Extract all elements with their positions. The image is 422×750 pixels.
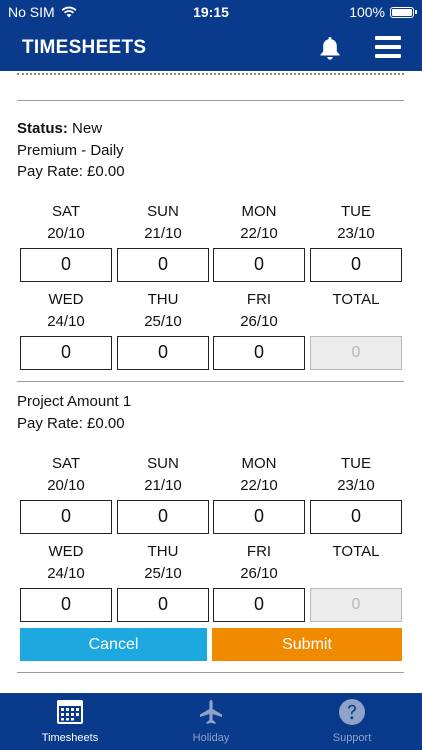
status-value: New (72, 120, 103, 137)
previous-row-cut (17, 71, 404, 75)
divider (17, 381, 404, 382)
page-title: TIMESHEETS (22, 37, 147, 58)
timesheet-content[interactable]: Status: New Premium - Daily Pay Rate: £0… (0, 71, 422, 693)
section1-info: Status: New Premium - Daily Pay Rate: £0… (17, 118, 125, 183)
total-header: TOTAL (332, 543, 380, 560)
hours-input-thu[interactable]: 0 (117, 336, 209, 370)
section2-info: Project Amount 1 Pay Rate: £0.00 (17, 391, 131, 434)
hours-input-sun[interactable]: 0 (117, 248, 209, 282)
day-header: SAT 20/10 (47, 203, 85, 242)
tab-label: Support (332, 732, 372, 744)
tab-holiday[interactable]: Holiday (141, 693, 281, 750)
day-header: TUE 23/10 (337, 203, 375, 242)
hours-input-mon[interactable]: 0 (213, 500, 305, 534)
day-header: FRI 26/10 (240, 543, 278, 582)
tab-label: Timesheets (41, 732, 99, 744)
pay-rate-line: Pay Rate: £0.00 (17, 414, 125, 432)
day-header: WED 24/10 (47, 543, 85, 582)
day-header: SUN 21/10 (144, 203, 182, 242)
hours-input-thu[interactable]: 0 (117, 588, 209, 622)
hours-input-tue[interactable]: 0 (310, 248, 402, 282)
type-line: Premium - Daily (17, 141, 124, 159)
divider (17, 672, 404, 673)
help-icon (339, 699, 365, 725)
tab-timesheets[interactable]: Timesheets (0, 693, 140, 750)
day-header: MON 22/10 (240, 455, 278, 494)
total-header: TOTAL (332, 291, 380, 308)
tab-support[interactable]: Support (282, 693, 422, 750)
app-header: TIMESHEETS (0, 24, 422, 71)
day-header: THU 25/10 (144, 291, 182, 330)
day-header: TUE 23/10 (337, 455, 375, 494)
battery-group: 100% (349, 4, 417, 20)
status-bar: No SIM 19:15 100% (0, 0, 422, 24)
hours-input-fri[interactable]: 0 (213, 336, 305, 370)
hours-input-wed[interactable]: 0 (20, 336, 112, 370)
battery-percent: 100% (349, 4, 385, 20)
day-header: THU 25/10 (144, 543, 182, 582)
day-header: SUN 21/10 (144, 455, 182, 494)
day-header: WED 24/10 (47, 291, 85, 330)
hours-input-tue[interactable]: 0 (310, 500, 402, 534)
status-line: Status: New (17, 120, 103, 137)
submit-button[interactable]: Submit (212, 628, 402, 661)
total-field: 0 (310, 588, 402, 622)
battery-icon (390, 6, 417, 18)
hours-input-sat[interactable]: 0 (20, 500, 112, 534)
calendar-icon (57, 700, 83, 724)
cancel-button[interactable]: Cancel (20, 628, 207, 661)
tab-label: Holiday (192, 732, 230, 744)
project-name-line: Project Amount 1 (17, 393, 132, 410)
divider (17, 100, 404, 101)
hours-input-sun[interactable]: 0 (117, 500, 209, 534)
bell-icon[interactable] (318, 35, 342, 61)
day-header: MON 22/10 (240, 203, 278, 242)
hours-input-mon[interactable]: 0 (213, 248, 305, 282)
airplane-icon (200, 700, 222, 724)
day-header: SAT 20/10 (47, 455, 85, 494)
total-field: 0 (310, 336, 402, 370)
hours-input-wed[interactable]: 0 (20, 588, 112, 622)
tab-bar: Timesheets Holiday Support (0, 693, 422, 750)
day-header: FRI 26/10 (240, 291, 278, 330)
hamburger-menu-icon[interactable] (375, 36, 401, 58)
hours-input-sat[interactable]: 0 (20, 248, 112, 282)
hours-input-fri[interactable]: 0 (213, 588, 305, 622)
pay-rate-line: Pay Rate: £0.00 (17, 163, 125, 180)
